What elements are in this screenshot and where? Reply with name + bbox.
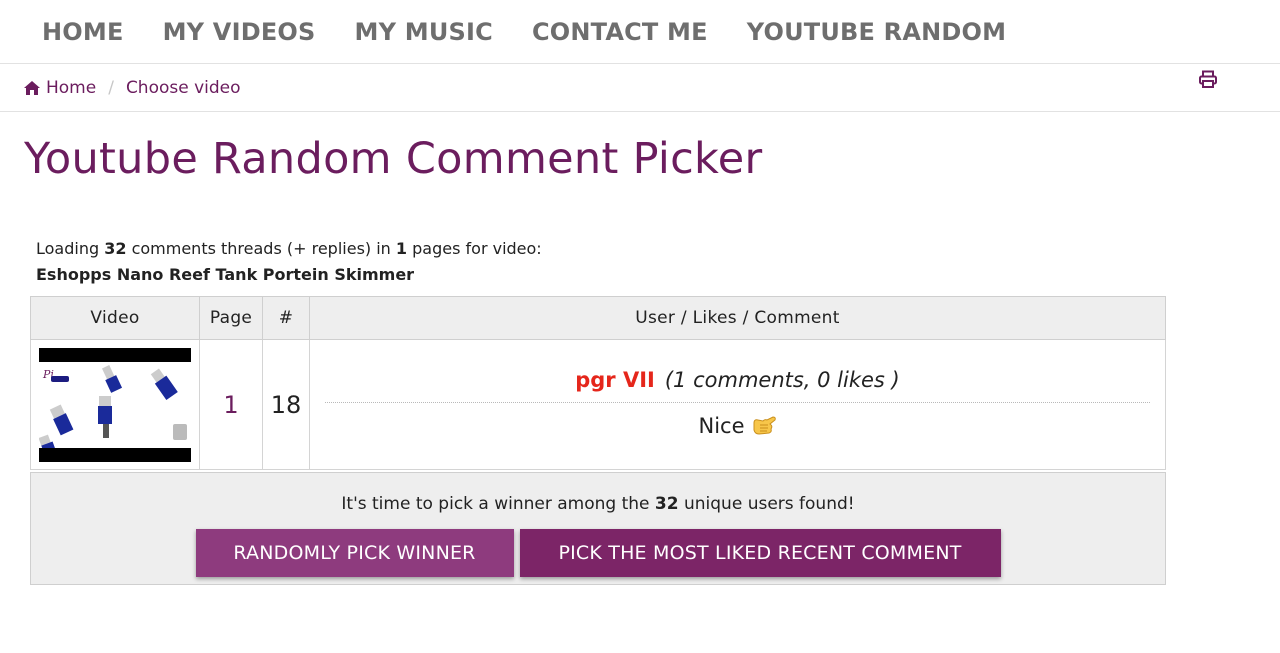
header-page: Page xyxy=(199,296,263,340)
user-line: pgr VII (1 comments, 0 likes ) xyxy=(311,368,1164,392)
video-thumbnail[interactable]: Pi xyxy=(38,347,191,462)
nav-my-videos[interactable]: MY VIDEOS xyxy=(163,18,316,46)
user-comment-cell: pgr VII (1 comments, 0 likes ) Nice xyxy=(309,339,1166,470)
user-name-link[interactable]: pgr VII xyxy=(575,368,655,392)
thread-count: 32 xyxy=(104,239,127,258)
loading-suffix: pages for video: xyxy=(407,239,542,258)
row-number: 18 xyxy=(270,390,302,419)
header-user: User / Likes / Comment xyxy=(309,296,1166,340)
page-count: 1 xyxy=(395,239,408,258)
winner-text: It's time to pick a winner among the 32 … xyxy=(31,494,1165,514)
call-me-hand-emoji xyxy=(753,415,776,435)
winner-prefix: It's time to pick a winner among the xyxy=(341,494,655,514)
page-cell: 1 xyxy=(199,339,263,470)
row-page: 1 xyxy=(223,390,239,419)
header-number: # xyxy=(262,296,310,340)
top-navigation: HOME MY VIDEOS MY MUSIC CONTACT ME YOUTU… xyxy=(0,0,1280,64)
print-icon[interactable] xyxy=(1199,70,1217,88)
comments-table: Video Page # User / Likes / Comment Pi 1… xyxy=(30,296,1166,470)
winner-suffix: unique users found! xyxy=(678,494,855,514)
winner-buttons: RANDOMLY PICK WINNER PICK THE MOST LIKED… xyxy=(31,529,1165,577)
loading-middle: comments threads (+ replies) in xyxy=(126,239,396,258)
video-cell: Pi xyxy=(30,339,200,470)
breadcrumb-home-link[interactable]: Home xyxy=(46,78,96,98)
page-title: Youtube Random Comment Picker xyxy=(24,134,763,184)
breadcrumb-bar: Home / Choose video xyxy=(0,64,1280,112)
thumbnail-image: Pi xyxy=(38,361,191,459)
skimmer-illustration: Pi xyxy=(38,364,187,459)
loading-prefix: Loading xyxy=(36,239,105,258)
nav-youtube-random[interactable]: YOUTUBE RANDOM xyxy=(747,18,1006,46)
pick-most-liked-button[interactable]: PICK THE MOST LIKED RECENT COMMENT xyxy=(519,529,1001,577)
unique-user-count: 32 xyxy=(654,494,679,514)
home-icon[interactable] xyxy=(24,81,40,95)
nav-my-music[interactable]: MY MUSIC xyxy=(355,18,493,46)
randomly-pick-winner-button[interactable]: RANDOMLY PICK WINNER xyxy=(195,529,514,577)
comment-text: Nice xyxy=(698,413,745,438)
nav-home[interactable]: HOME xyxy=(42,18,124,46)
nav-contact-me[interactable]: CONTACT ME xyxy=(532,18,708,46)
breadcrumb: Home / Choose video xyxy=(24,78,241,98)
header-video: Video xyxy=(30,296,200,340)
video-title: Eshopps Nano Reef Tank Portein Skimmer xyxy=(36,265,415,284)
loading-status: Loading 32 comments threads (+ replies) … xyxy=(36,236,542,288)
breadcrumb-current[interactable]: Choose video xyxy=(126,78,241,98)
user-stats: (1 comments, 0 likes ) xyxy=(664,367,900,392)
comment-text-line: Nice xyxy=(311,413,1164,438)
table-row: Pi 1 18 pgr VII (1 comments, 0 likes) N… xyxy=(30,339,1166,470)
winner-panel: It's time to pick a winner among the 32 … xyxy=(30,472,1166,585)
number-cell: 18 xyxy=(262,339,310,470)
table-header-row: Video Page # User / Likes / Comment xyxy=(30,296,1166,340)
divider xyxy=(325,401,1150,403)
breadcrumb-separator: / xyxy=(108,78,114,98)
